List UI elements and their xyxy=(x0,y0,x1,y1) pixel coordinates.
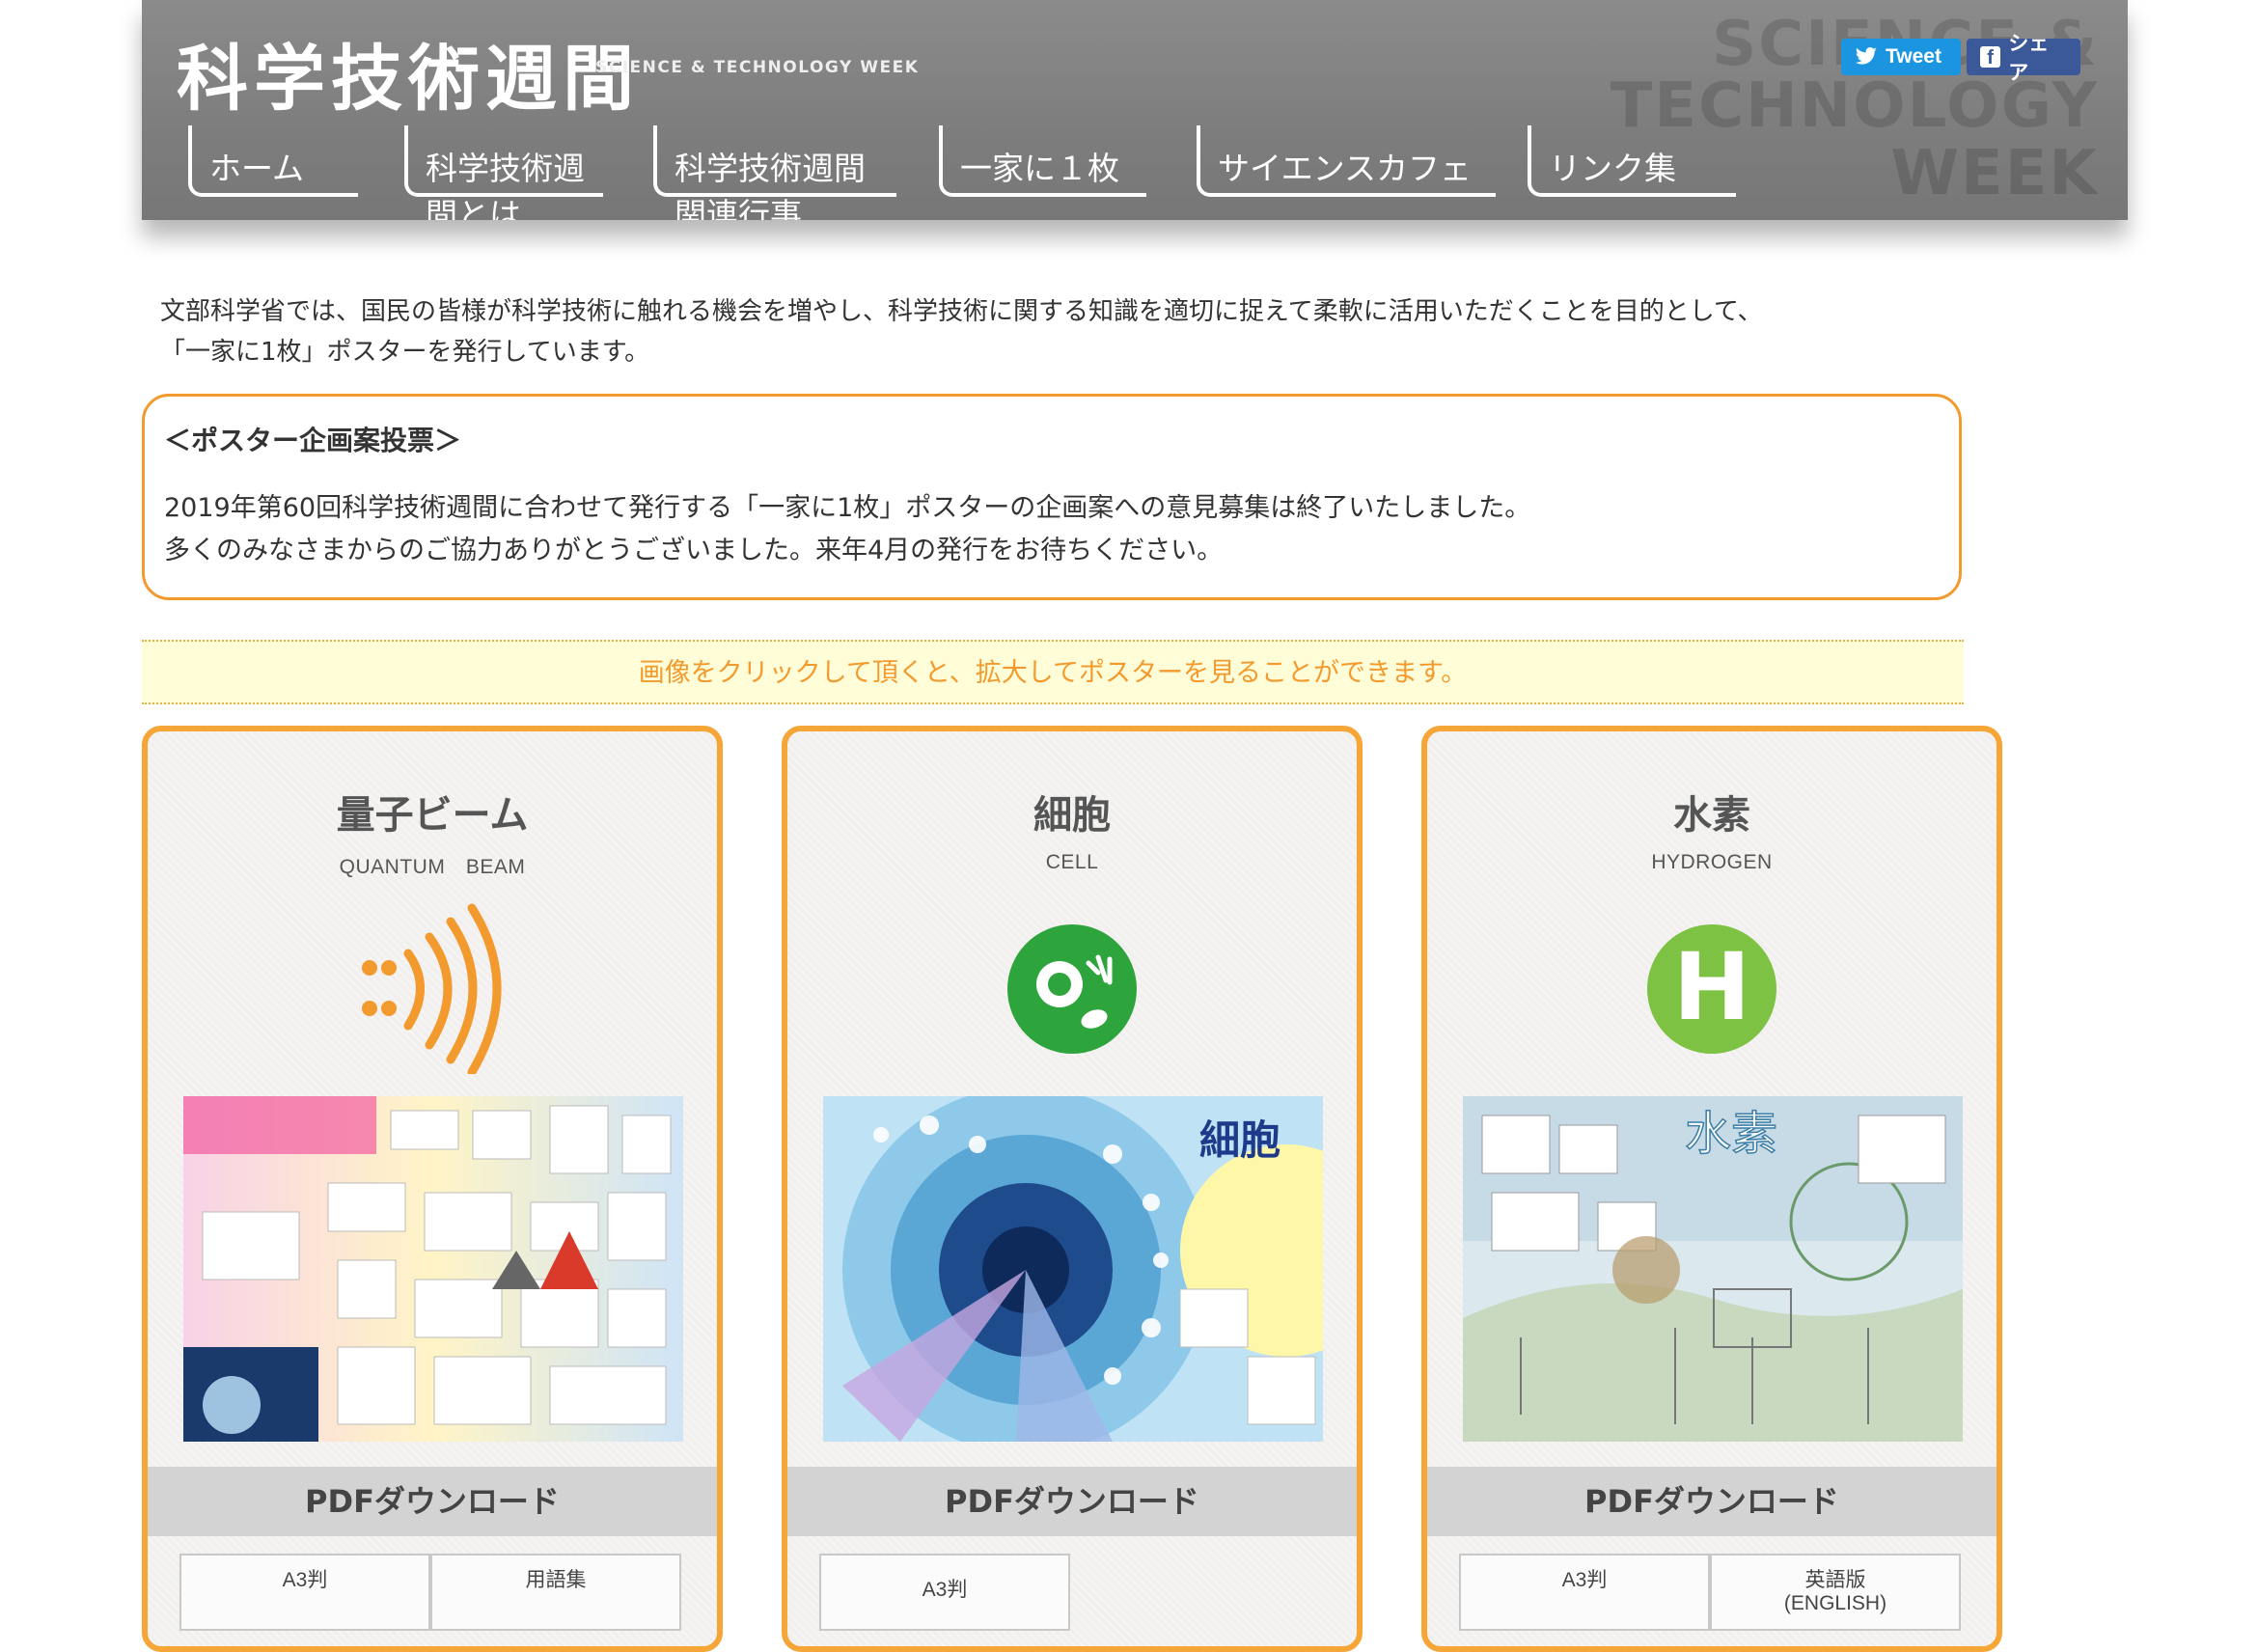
poster-thumbnail-quantum-beam[interactable] xyxy=(183,1096,683,1442)
download-a3-button[interactable]: A3判 xyxy=(179,1554,430,1631)
tweet-button[interactable]: Tweet xyxy=(1841,39,1961,75)
notice-line-2: 多くのみなさまからのご協力ありがとうございました。来年4月の発行をお待ちください… xyxy=(164,536,1224,565)
share-label: シェア xyxy=(2008,33,2050,84)
pdf-download-header: PDFダウンロード xyxy=(787,1467,1357,1536)
download-glossary-button[interactable]: 用語集 xyxy=(430,1554,681,1631)
svg-text:H: H xyxy=(1673,933,1750,1041)
download-buttons: A3判 xyxy=(819,1554,1070,1631)
card-subtitle: QUANTUM BEAM xyxy=(339,856,526,878)
nav-item-links[interactable]: リンク集 xyxy=(1528,125,1736,197)
nav-item-science-cafe[interactable]: サイエンスカフェ xyxy=(1197,125,1496,197)
notice-title: ＜ポスター企画案投票＞ xyxy=(164,425,462,456)
card-subtitle: CELL xyxy=(1045,851,1099,873)
tweet-label: Tweet xyxy=(1886,45,1941,68)
poster-thumbnail-hydrogen[interactable]: 水素 xyxy=(1463,1096,1963,1442)
intro-text: 文部科学省では、国民の皆様が科学技術に触れる機会を増やし、科学技術に関する知識を… xyxy=(160,291,1994,372)
quantum-beam-icon xyxy=(362,903,502,1074)
download-buttons: A3判 英語版 (ENGLISH) xyxy=(1459,1554,1961,1631)
poster-card-cell: 細胞 CELL 細胞 PDFダウンロード A3判 xyxy=(782,726,1363,1652)
english-label-ja: 英語版 xyxy=(1804,1569,1866,1591)
download-english-button[interactable]: 英語版 (ENGLISH) xyxy=(1710,1554,1961,1631)
card-title: 量子ビーム xyxy=(336,793,529,838)
nav-item-events[interactable]: 科学技術週間関連行事 xyxy=(653,125,896,220)
cell-poster-image: 細胞 xyxy=(823,1096,1323,1442)
poster-thumbnail-cell[interactable]: 細胞 xyxy=(823,1096,1323,1442)
hydrogen-icon: H xyxy=(1647,924,1776,1054)
facebook-share-button[interactable]: f シェア xyxy=(1967,33,2080,84)
nav-item-home[interactable]: ホーム xyxy=(188,125,358,197)
facebook-icon: f xyxy=(1980,46,2001,68)
hydrogen-poster-image: 水素 xyxy=(1463,1096,1963,1442)
svg-text:水素: 水素 xyxy=(1685,1107,1777,1161)
nav-item-poster[interactable]: 一家に１枚 xyxy=(939,125,1146,197)
site-header: SCIENCE & TECHNOLOGY WEEK 科学技術週間 SCIENCE… xyxy=(142,0,2128,220)
download-buttons: A3判 用語集 xyxy=(179,1554,681,1631)
pdf-download-header: PDFダウンロード xyxy=(1427,1467,1996,1536)
card-title: 細胞 xyxy=(1033,793,1111,838)
download-a3-button[interactable]: A3判 xyxy=(819,1554,1070,1631)
site-logo[interactable]: 科学技術週間 xyxy=(177,21,640,124)
english-label-en: (ENGLISH) xyxy=(1783,1592,1887,1614)
site-logo-subtitle: SCIENCE & TECHNOLOGY WEEK xyxy=(595,58,920,77)
intro-line-1: 文部科学省では、国民の皆様が科学技術に触れる機会を増やし、科学技術に関する知識を… xyxy=(160,297,1763,326)
card-title: 水素 xyxy=(1673,793,1750,838)
nav-item-about[interactable]: 科学技術週間とは xyxy=(404,125,603,220)
svg-text:細胞: 細胞 xyxy=(1199,1116,1280,1164)
poster-card-quantum-beam: 量子ビーム QUANTUM BEAM PDFダウンロード A3判 用語集 xyxy=(142,726,723,1652)
download-a3-button[interactable]: A3判 xyxy=(1459,1554,1710,1631)
intro-line-2: 「一家に1枚」ポスターを発行しています。 xyxy=(160,338,650,367)
pdf-download-header: PDFダウンロード xyxy=(148,1467,717,1536)
twitter-bird-icon xyxy=(1855,47,1877,65)
cell-icon xyxy=(1007,924,1137,1054)
main-nav: ホーム 科学技術週間とは 科学技術週間関連行事 一家に１枚 サイエンスカフェ リ… xyxy=(188,125,2118,220)
social-buttons: Tweet f シェア xyxy=(1841,33,2080,84)
click-hint-banner: 画像をクリックして頂くと、拡大してポスターを見ることができます。 xyxy=(142,640,1964,704)
quantum-beam-poster-image xyxy=(183,1096,683,1442)
notice-box: ＜ポスター企画案投票＞ 2019年第60回科学技術週間に合わせて発行する「一家に… xyxy=(142,394,1962,600)
poster-card-hydrogen: 水素 HYDROGEN H 水素 PDFダウンロード A3判 英語版 (ENGL… xyxy=(1421,726,2002,1652)
notice-body: 2019年第60回科学技術週間に合わせて発行する「一家に1枚」ポスターの企画案へ… xyxy=(164,487,1940,572)
notice-line-1: 2019年第60回科学技術週間に合わせて発行する「一家に1枚」ポスターの企画案へ… xyxy=(164,493,1531,523)
card-subtitle: HYDROGEN xyxy=(1651,851,1773,873)
